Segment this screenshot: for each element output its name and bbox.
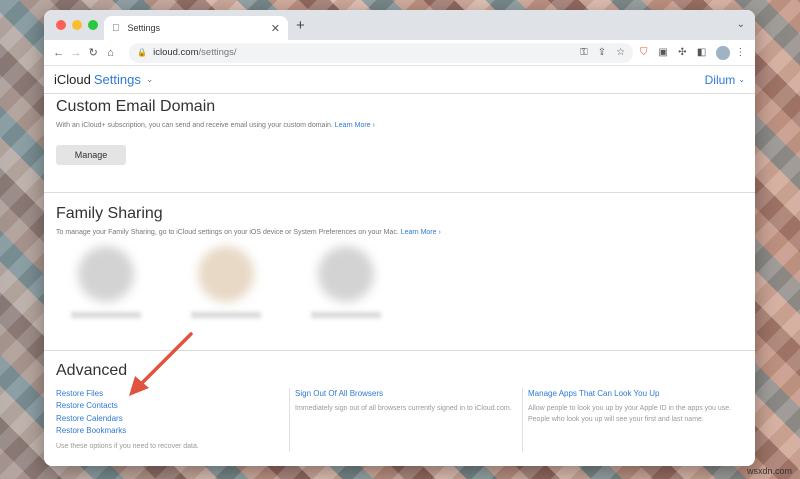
minimize-window-button[interactable] [72,20,82,30]
close-icon[interactable]: ✕ [271,22,280,35]
watermark: wsxdn.com [746,466,792,476]
manage-button[interactable]: Manage [56,145,126,165]
section-description: To manage your Family Sharing, go to iCl… [56,229,441,236]
app-switcher[interactable]: Settings [94,72,141,87]
close-window-button[interactable] [56,20,66,30]
avatar [318,246,374,302]
section-title: Custom Email Domain [56,98,216,115]
browser-toolbar: ← → ↻ ⌂ 🔒 icloud.com/settings/ ⚿ ⇪ ☆ ⛉ ▣… [44,40,755,66]
section-title: Family Sharing [56,205,163,222]
profile-avatar[interactable] [716,45,730,60]
share-icon[interactable]: ⇪ [598,47,606,58]
learn-more-link[interactable]: Learn More › [335,122,375,129]
icloud-logo: iCloud [54,72,91,87]
chevron-down-icon[interactable]: ⌄ [737,19,745,30]
family-member[interactable] [186,246,266,318]
restore-calendars-link[interactable]: Restore Calendars [56,413,279,425]
annotation-arrow [129,332,193,396]
section-description: With an iCloud+ subscription, you can se… [56,122,375,129]
reload-button[interactable]: ↻ [85,46,102,59]
family-sharing-section: Family Sharing To manage your Family Sha… [44,205,755,318]
window-controls [56,20,98,30]
avatar [198,246,254,302]
chevron-down-icon[interactable]: ⌄ [146,74,154,85]
lock-icon: 🔒 [137,48,148,57]
arrow-shaft [137,332,193,388]
manage-apps-column: Manage Apps That Can Look You Up Allow p… [522,388,755,453]
manage-apps-description: Allow people to look you up by your Appl… [528,405,732,424]
restore-note: Use these options if you need to recover… [56,443,199,451]
back-button[interactable]: ← [50,47,67,59]
url-path: /settings/ [198,47,237,58]
sign-out-column: Sign Out Of All Browsers Immediately sig… [289,388,522,453]
sign-out-description: Immediately sign out of all browsers cur… [295,405,512,413]
home-icon[interactable]: ⌂ [102,47,119,59]
manage-apps-link[interactable]: Manage Apps That Can Look You Up [528,388,745,400]
restore-contacts-link[interactable]: Restore Contacts [56,400,279,412]
new-tab-button[interactable]: + [296,17,305,34]
address-bar[interactable]: 🔒 icloud.com/settings/ ⚿ ⇪ ☆ [129,42,634,63]
avatar [78,246,134,302]
family-member[interactable] [306,246,386,318]
section-divider [44,192,755,193]
icloud-header: iCloud Settings ⌄ Dilum ⌄ [44,66,755,94]
custom-email-section: Custom Email Domain With an iCloud+ subs… [44,98,755,165]
star-icon[interactable]: ☆ [616,47,625,58]
extension-icon[interactable]: ▣ [654,47,671,58]
tab-title: Settings [120,23,161,33]
family-members [56,246,755,318]
chevron-down-icon[interactable]: ⌄ [738,75,745,84]
tab-strip:  Settings ✕ + ⌄ [44,10,755,40]
forward-button[interactable]: → [67,47,84,59]
sidebar-icon[interactable]: ◧ [693,47,710,58]
learn-more-link[interactable]: Learn More › [401,229,441,236]
key-icon[interactable]: ⚿ [580,47,588,58]
restore-bookmarks-link[interactable]: Restore Bookmarks [56,425,279,437]
shield-icon[interactable]: ⛉ [635,47,652,58]
more-menu-icon[interactable]: ⋮ [732,47,749,58]
apple-icon:  [112,23,120,34]
sign-out-all-browsers-link[interactable]: Sign Out Of All Browsers [295,388,512,400]
url-domain: icloud.com [153,47,199,58]
zoom-window-button[interactable] [88,20,98,30]
account-menu[interactable]: Dilum [705,73,736,87]
puzzle-icon[interactable]: ✣ [674,47,691,58]
family-member[interactable] [66,246,146,318]
tab-settings[interactable]:  Settings ✕ [104,16,288,40]
